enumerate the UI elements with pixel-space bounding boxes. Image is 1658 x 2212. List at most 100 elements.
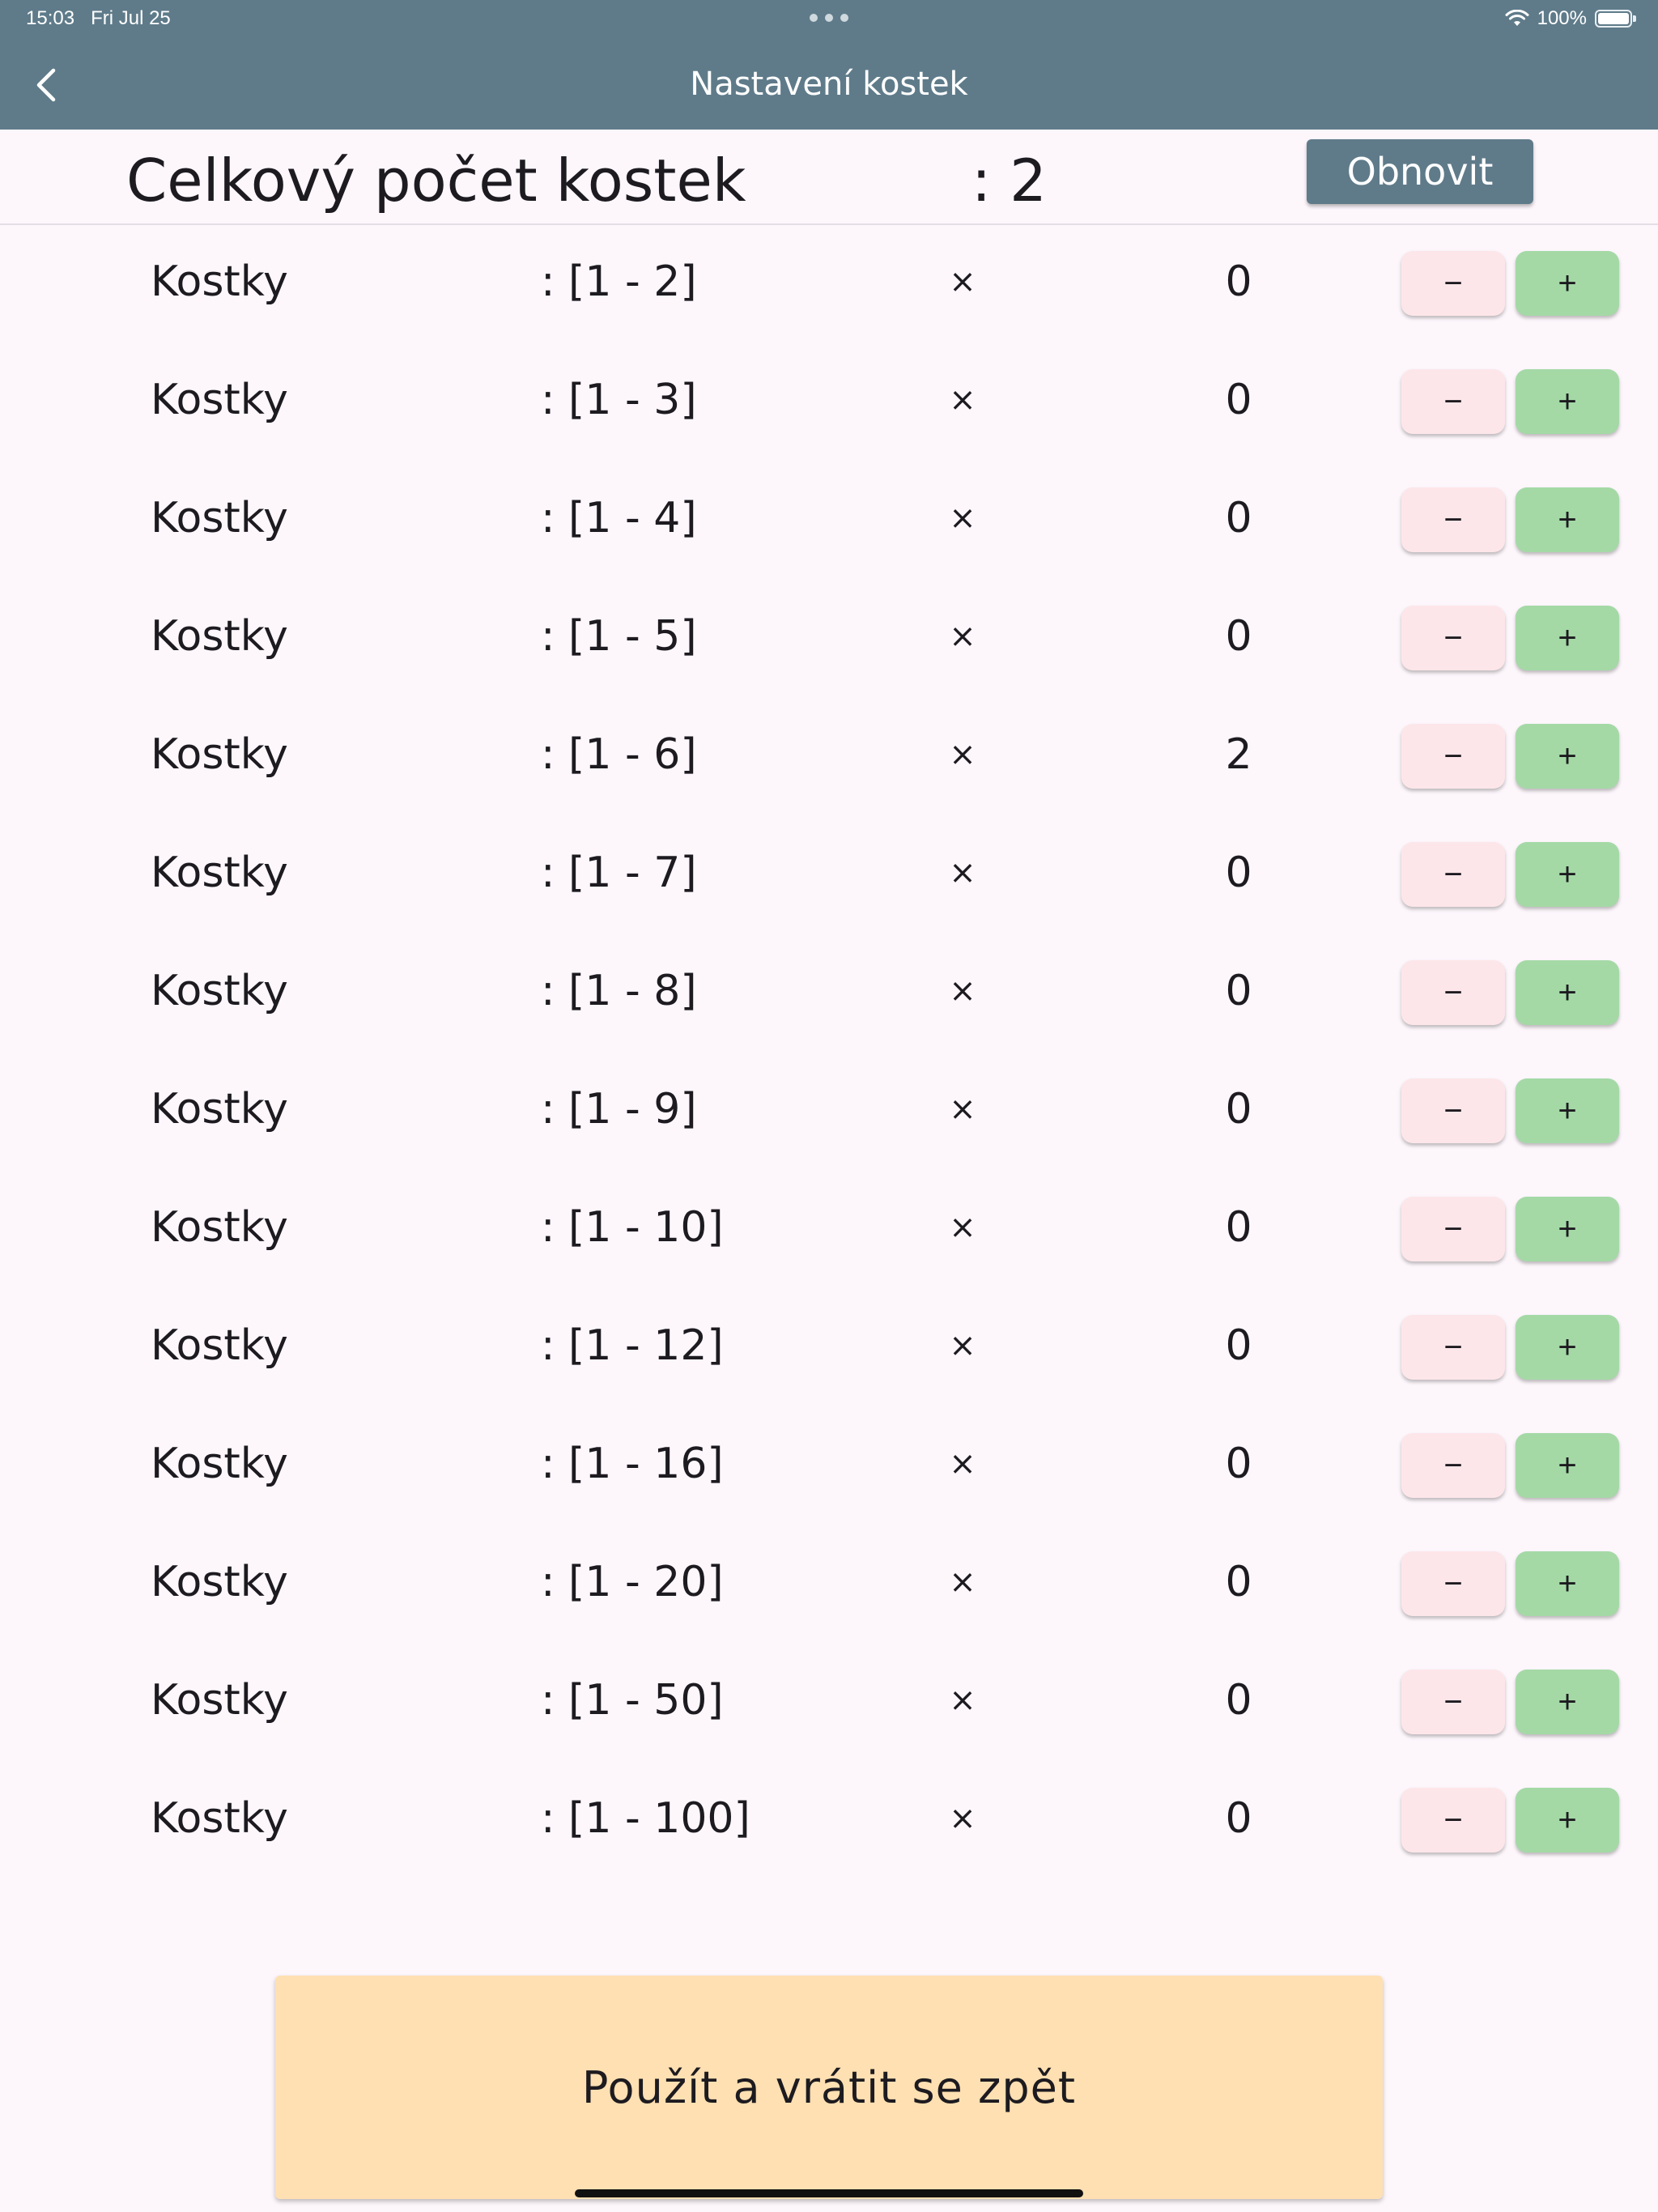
multiply-icon: × <box>949 736 976 773</box>
decrement-button[interactable]: − <box>1401 1670 1505 1734</box>
dice-count: 0 <box>1225 494 1252 542</box>
total-dice-value: : 2 <box>971 147 1047 215</box>
dice-label: Kostky <box>151 494 288 542</box>
decrement-button[interactable]: − <box>1401 606 1505 670</box>
dice-range: : [1 - 2] <box>541 257 697 306</box>
dice-row: Kostky: [1 - 20] × 0 − + <box>0 1525 1658 1644</box>
multiply-icon: × <box>949 263 976 300</box>
status-date: Fri Jul 25 <box>91 7 171 29</box>
dice-count: 2 <box>1225 730 1252 779</box>
dice-row: Kostky: [1 - 7] × 0 − + <box>0 816 1658 934</box>
dice-label: Kostky <box>151 1321 288 1370</box>
dice-row: Kostky : [1 - 12] × 0 − + <box>0 1289 1658 1407</box>
dice-count: 0 <box>1225 967 1252 1015</box>
dice-count: 0 <box>1225 376 1252 424</box>
dice-row: Kostky : [1 - 50] × 0 − + <box>0 1644 1658 1762</box>
dice-label: Kostky <box>151 1676 288 1725</box>
multiply-icon: × <box>949 618 976 655</box>
increment-button[interactable]: + <box>1516 1078 1619 1143</box>
dice-label: Kostky <box>151 730 288 779</box>
dice-row: Kostky: [1 - 100] × 0 − + <box>0 1762 1658 1880</box>
top-app-bar: 15:03 Fri Jul 25 100% Nastavení kostek <box>0 0 1658 130</box>
decrement-button[interactable]: − <box>1401 960 1505 1025</box>
apply-and-back-button[interactable]: Použít a vrátit se zpět <box>275 1976 1383 2199</box>
dice-count: 0 <box>1225 1321 1252 1370</box>
decrement-button[interactable]: − <box>1401 251 1505 316</box>
dice-label: Kostky <box>151 849 288 897</box>
total-dice-header: Celkový počet kostek : 2 Obnovit <box>0 130 1658 225</box>
dice-label: Kostky <box>151 1794 288 1843</box>
dice-range: : [1 - 16] <box>541 1440 724 1488</box>
increment-button[interactable]: + <box>1516 724 1619 789</box>
multiply-icon: × <box>949 1682 976 1719</box>
dice-range: : [1 - 4] <box>541 494 697 542</box>
dice-count: 0 <box>1225 1558 1252 1606</box>
decrement-button[interactable]: − <box>1401 1433 1505 1498</box>
increment-button[interactable]: + <box>1516 1197 1619 1261</box>
dice-count: 0 <box>1225 257 1252 306</box>
increment-button[interactable]: + <box>1516 960 1619 1025</box>
dice-range: : [1 - 50] <box>541 1676 724 1725</box>
increment-button[interactable]: + <box>1516 251 1619 316</box>
decrement-button[interactable]: − <box>1401 1078 1505 1143</box>
status-indicators: 100% <box>1505 6 1636 31</box>
increment-button[interactable]: + <box>1516 369 1619 434</box>
multiply-icon: × <box>949 972 976 1010</box>
dice-label: Kostky <box>151 1203 288 1252</box>
increment-button[interactable]: + <box>1516 842 1619 907</box>
dice-range: : [1 - 6] <box>541 730 697 779</box>
dice-count: 0 <box>1225 849 1252 897</box>
decrement-button[interactable]: − <box>1401 842 1505 907</box>
multiply-icon: × <box>949 1800 976 1837</box>
dice-label: Kostky <box>151 1558 288 1606</box>
status-time: 15:03 Fri Jul 25 <box>26 6 171 31</box>
increment-button[interactable]: + <box>1516 1551 1619 1616</box>
home-indicator <box>575 2189 1083 2197</box>
increment-button[interactable]: + <box>1516 1315 1619 1380</box>
dice-label: Kostky <box>151 257 288 306</box>
increment-button[interactable]: + <box>1516 487 1619 552</box>
dice-row: Kostky : [1 - 2] × 0 − + <box>0 225 1658 343</box>
dice-row: Kostky: [1 - 4] × 0 − + <box>0 462 1658 580</box>
dice-range: : [1 - 10] <box>541 1203 724 1252</box>
dice-list: Kostky: [1 - 2] × 0− + Kostky: [1 - 3] × 0− + Ko… <box>0 225 1658 1880</box>
decrement-button[interactable]: − <box>1401 1315 1505 1380</box>
dice-row: Kostky : [1 - 16] × 0 − + <box>0 1407 1658 1525</box>
multiply-icon: × <box>949 854 976 891</box>
page-title: Nastavení kostek <box>690 66 968 103</box>
multiply-icon: × <box>949 381 976 419</box>
decrement-button[interactable]: − <box>1401 369 1505 434</box>
battery-icon <box>1595 10 1636 28</box>
dice-row: Kostky: [1 - 8] × 0 − + <box>0 934 1658 1053</box>
decrement-button[interactable]: − <box>1401 1551 1505 1616</box>
battery-percent: 100% <box>1537 7 1587 29</box>
dice-range: : [1 - 12] <box>541 1321 724 1370</box>
decrement-button[interactable]: − <box>1401 487 1505 552</box>
dice-range: : [1 - 100] <box>541 1794 750 1843</box>
dice-range: : [1 - 20] <box>541 1558 724 1606</box>
multiply-icon: × <box>949 1445 976 1482</box>
dice-row: Kostky: [1 - 3] × 0 − + <box>0 343 1658 462</box>
decrement-button[interactable]: − <box>1401 1788 1505 1853</box>
dice-count: 0 <box>1225 1203 1252 1252</box>
reset-button[interactable]: Obnovit <box>1307 139 1533 204</box>
increment-button[interactable]: + <box>1516 1670 1619 1734</box>
dice-label: Kostky <box>151 1440 288 1488</box>
decrement-button[interactable]: − <box>1401 724 1505 789</box>
dice-label: Kostky <box>151 967 288 1015</box>
increment-button[interactable]: + <box>1516 1433 1619 1498</box>
increment-button[interactable]: + <box>1516 606 1619 670</box>
dice-count: 0 <box>1225 1676 1252 1725</box>
decrement-button[interactable]: − <box>1401 1197 1505 1261</box>
multiply-icon: × <box>949 1327 976 1364</box>
dice-count: 0 <box>1225 1440 1252 1488</box>
dice-row: Kostky: [1 - 9] × 0 − + <box>0 1053 1658 1171</box>
dice-label: Kostky <box>151 1085 288 1134</box>
multiply-icon: × <box>949 1091 976 1128</box>
dice-row: Kostky : [1 - 6] × 2 − + <box>0 698 1658 816</box>
multitasking-dots-icon[interactable] <box>810 11 848 24</box>
increment-button[interactable]: + <box>1516 1788 1619 1853</box>
status-clock: 15:03 <box>26 7 75 29</box>
total-dice-label: Celkový počet kostek <box>126 147 746 215</box>
dice-row: Kostky: [1 - 10] × 0 − + <box>0 1171 1658 1289</box>
